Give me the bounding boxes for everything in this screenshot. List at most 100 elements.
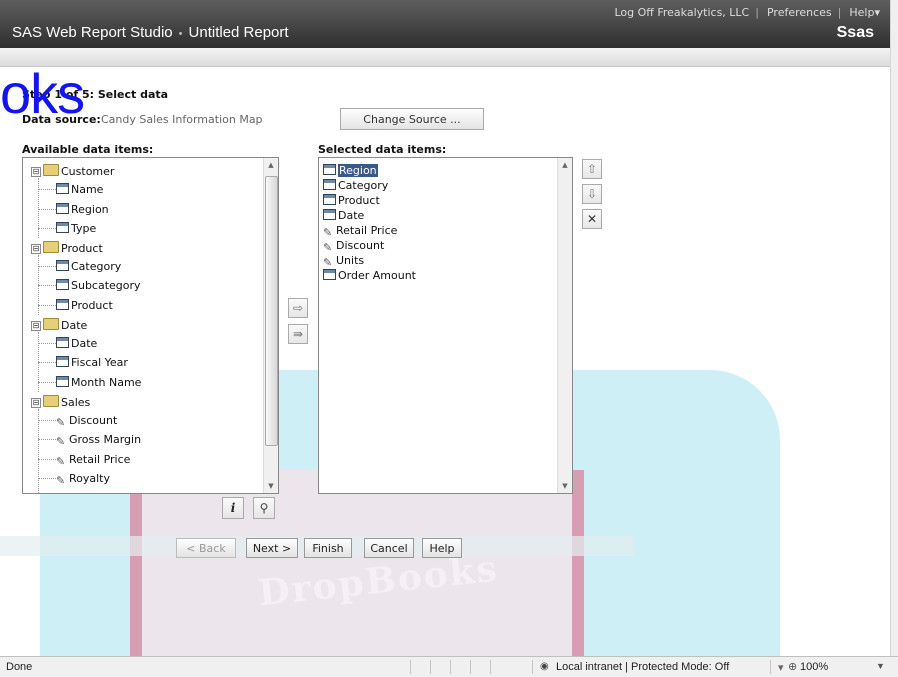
selected-list-item[interactable]: Date: [323, 209, 364, 223]
logoff-link[interactable]: Log Off Freakalytics, LLC: [614, 6, 749, 19]
tree-item-discount[interactable]: ✎ Discount: [56, 414, 117, 428]
collapse-icon[interactable]: ⊟: [31, 244, 41, 254]
category-icon: [56, 222, 69, 233]
tree-label: Product: [61, 242, 103, 255]
tree-item-fiscal-year[interactable]: Fiscal Year: [56, 356, 128, 370]
scroll-down-arrow-icon[interactable]: ▼: [558, 479, 572, 493]
folder-icon: [43, 395, 59, 407]
tree-item-subcategory[interactable]: Subcategory: [56, 279, 141, 293]
status-text: Done: [6, 661, 33, 673]
cancel-button[interactable]: Cancel: [364, 538, 414, 558]
measure-icon: ✎: [56, 474, 66, 487]
selected-item-label: Units: [336, 254, 365, 267]
scroll-up-arrow-icon[interactable]: ▲: [558, 158, 572, 172]
finish-button[interactable]: Finish: [304, 538, 352, 558]
tree-item-type[interactable]: Type: [56, 222, 96, 236]
selected-list-item[interactable]: Product: [323, 194, 380, 208]
tree-folder-customer[interactable]: ⊟ Customer: [31, 164, 114, 179]
selected-list-item[interactable]: Region: [323, 164, 378, 178]
tree-item-category[interactable]: Category: [56, 260, 121, 274]
category-icon: [323, 269, 336, 280]
browser-scrollbar[interactable]: [890, 0, 898, 656]
selected-list-item[interactable]: ✎ Retail Price: [323, 224, 397, 238]
tree-label: Date: [71, 337, 98, 350]
zoom-icon: ⊕: [788, 661, 798, 673]
collapse-icon[interactable]: ⊟: [31, 167, 41, 177]
measure-icon: ✎: [323, 226, 333, 239]
zoom-dropdown-icon[interactable]: ▼: [876, 661, 885, 671]
tree-folder-sales[interactable]: ⊟ Sales: [31, 395, 90, 410]
tree-label: Region: [71, 203, 109, 216]
selected-item-label: Category: [338, 179, 389, 192]
tree-label: Sales: [61, 396, 91, 409]
tree-label: Fiscal Year: [71, 356, 128, 369]
app-title: SAS Web Report Studio • Untitled Report: [12, 24, 289, 41]
preferences-link[interactable]: Preferences: [767, 6, 832, 19]
tree-label: Customer: [61, 165, 115, 178]
measure-icon: ✎: [323, 241, 333, 254]
selected-list-item[interactable]: Order Amount: [323, 269, 416, 283]
security-zone: Local intranet | Protected Mode: Off: [556, 661, 730, 673]
search-button[interactable]: ⚲: [253, 497, 275, 519]
scroll-down-arrow-icon[interactable]: ▼: [264, 479, 278, 493]
available-items-tree[interactable]: ⊟ Customer Name Region Type ⊟ Product Cate…: [22, 157, 279, 494]
collapse-icon[interactable]: ⊟: [31, 398, 41, 408]
help-menu[interactable]: Help▾: [849, 6, 880, 19]
scroll-thumb[interactable]: [265, 176, 278, 446]
tree-item-retail-price[interactable]: ✎ Retail Price: [56, 453, 130, 467]
data-source-label: Data source:: [22, 113, 101, 126]
top-links: Log Off Freakalytics, LLC | Preferences | He…: [614, 6, 880, 19]
selected-items-list[interactable]: Region Category Product Date ✎ Retail Price ✎ D…: [318, 157, 573, 494]
tree-folder-date[interactable]: ⊟ Date: [31, 318, 87, 333]
available-items-heading: Available data items:: [22, 143, 154, 156]
tree-item-month-name[interactable]: Month Name: [56, 376, 141, 390]
selected-list-item[interactable]: ✎ Units: [323, 254, 364, 268]
move-up-button[interactable]: ⇧: [582, 159, 602, 179]
add-all-button[interactable]: ⇛: [288, 324, 308, 344]
add-item-button[interactable]: ⇨: [288, 298, 308, 318]
measure-icon: ✎: [56, 455, 66, 468]
tree-folder-product[interactable]: ⊟ Product: [31, 241, 103, 256]
category-icon: [323, 194, 336, 205]
selected-list-item[interactable]: Category: [323, 179, 388, 193]
globe-icon: ◉: [540, 661, 549, 672]
help-button[interactable]: Help: [422, 538, 462, 558]
measure-icon: ✎: [56, 416, 66, 429]
selected-item-label: Product: [338, 194, 380, 207]
tree-item-region[interactable]: Region: [56, 203, 109, 217]
tree-label: Royalty: [69, 472, 111, 485]
category-icon: [56, 279, 69, 290]
scroll-up-arrow-icon[interactable]: ▲: [264, 158, 278, 172]
info-button[interactable]: i: [222, 497, 244, 519]
measure-icon: ✎: [323, 256, 333, 269]
selected-item-label: Discount: [336, 239, 385, 252]
category-icon: [56, 356, 69, 367]
selected-items-heading: Selected data items:: [318, 143, 447, 156]
category-icon: [323, 179, 336, 190]
tree-item-date[interactable]: Date: [56, 337, 97, 351]
tree-item-royalty[interactable]: ✎ Royalty: [56, 472, 110, 486]
change-source-button[interactable]: Change Source ...: [340, 108, 484, 130]
collapse-icon[interactable]: ⊟: [31, 321, 41, 331]
tree-label: Month Name: [71, 376, 142, 389]
move-down-button[interactable]: ⇩: [582, 184, 602, 204]
tree-item-product[interactable]: Product: [56, 299, 113, 313]
protected-mode-icon[interactable]: ▾: [778, 661, 784, 674]
toolbar-strip: [0, 48, 890, 67]
selected-scrollbar[interactable]: ▲ ▼: [557, 158, 572, 493]
available-scrollbar[interactable]: ▲ ▼: [263, 158, 278, 493]
app-name: SAS Web Report Studio: [12, 24, 173, 41]
tree-item-gross-margin[interactable]: ✎ Gross Margin: [56, 433, 141, 447]
folder-icon: [43, 318, 59, 330]
category-icon: [323, 209, 336, 220]
remove-item-button[interactable]: ✕: [582, 209, 602, 229]
back-button[interactable]: < Back: [176, 538, 236, 558]
category-icon: [56, 376, 69, 387]
title-separator: •: [178, 28, 183, 40]
selected-list-item[interactable]: ✎ Discount: [323, 239, 384, 253]
next-button[interactable]: Next >: [246, 538, 298, 558]
tree-item-name[interactable]: Name: [56, 183, 103, 197]
category-icon: [56, 183, 69, 194]
report-name: Untitled Report: [188, 24, 289, 41]
zoom-level[interactable]: 100%: [800, 661, 828, 673]
